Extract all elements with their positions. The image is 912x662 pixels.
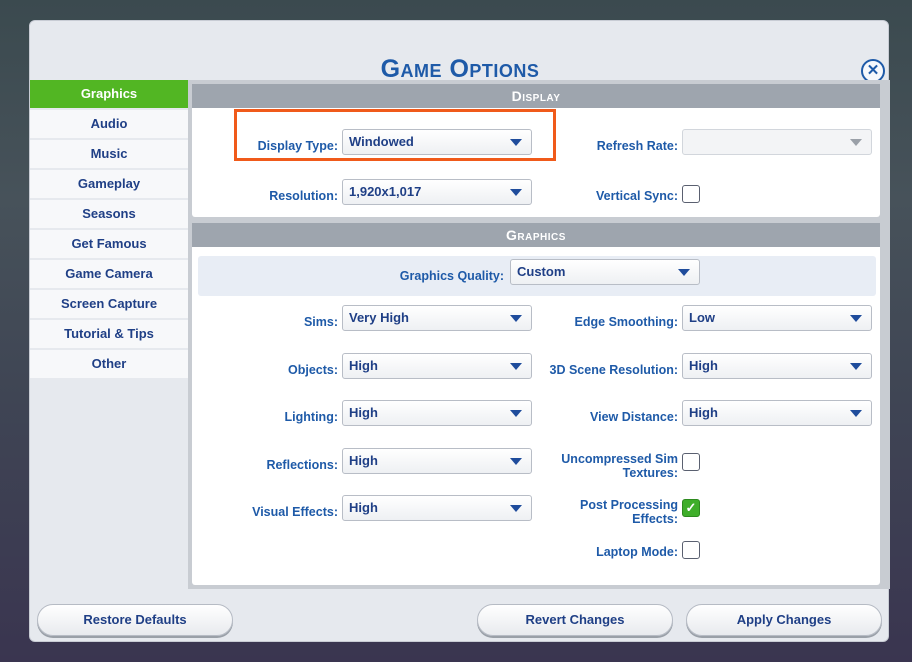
sims-dropdown[interactable]: Very High — [342, 305, 532, 331]
graphics-section: Graphics Graphics Quality: Custom Sims: … — [192, 223, 880, 585]
checkmark-icon: ✓ — [685, 500, 697, 515]
revert-changes-button[interactable]: Revert Changes — [477, 604, 673, 636]
vertical-sync-label: Vertical Sync: — [596, 189, 678, 203]
restore-defaults-button[interactable]: Restore Defaults — [37, 604, 233, 636]
chevron-down-icon — [850, 315, 862, 322]
chevron-down-icon — [678, 269, 690, 276]
chevron-down-icon — [510, 315, 522, 322]
objects-dropdown[interactable]: High — [342, 353, 532, 379]
resolution-value: 1,920x1,017 — [349, 184, 422, 199]
sidebar: Graphics Audio Music Gameplay Seasons Ge… — [30, 80, 188, 380]
sims-value: Very High — [349, 310, 409, 325]
reflections-label: Reflections: — [266, 458, 338, 472]
apply-changes-button[interactable]: Apply Changes — [686, 604, 882, 636]
post-processing-label-line1: Post Processing — [580, 498, 678, 512]
sidebar-item-seasons[interactable]: Seasons — [30, 200, 188, 228]
resolution-label: Resolution: — [269, 189, 338, 203]
laptop-mode-label: Laptop Mode: — [596, 545, 678, 559]
sidebar-item-other[interactable]: Other — [30, 350, 188, 378]
uncompressed-textures-label-line1: Uncompressed Sim — [561, 452, 678, 466]
graphics-header: Graphics — [192, 223, 880, 247]
edge-smoothing-dropdown[interactable]: Low — [682, 305, 872, 331]
chevron-down-icon — [510, 363, 522, 370]
display-header: Display — [192, 84, 880, 108]
view-distance-value: High — [689, 405, 718, 420]
visual-effects-dropdown[interactable]: High — [342, 495, 532, 521]
lighting-value: High — [349, 405, 378, 420]
edge-smoothing-label: Edge Smoothing: — [574, 315, 678, 329]
sidebar-item-gameplay[interactable]: Gameplay — [30, 170, 188, 198]
chevron-down-icon — [850, 363, 862, 370]
sidebar-item-game-camera[interactable]: Game Camera — [30, 260, 188, 288]
objects-value: High — [349, 358, 378, 373]
scene-resolution-label: 3D Scene Resolution: — [549, 363, 679, 377]
uncompressed-textures-label: Uncompressed Sim Textures: — [542, 452, 678, 480]
sims-label: Sims: — [303, 315, 338, 329]
post-processing-checkbox[interactable]: ✓ — [682, 499, 700, 517]
uncompressed-textures-label-line2: Textures: — [622, 466, 678, 480]
chevron-down-icon — [510, 410, 522, 417]
view-distance-label: View Distance: — [589, 410, 678, 424]
refresh-rate-dropdown[interactable] — [682, 129, 872, 155]
objects-label: Objects: — [287, 363, 338, 377]
chevron-down-icon — [850, 139, 862, 146]
post-processing-label: Post Processing Effects: — [542, 498, 678, 526]
view-distance-dropdown[interactable]: High — [682, 400, 872, 426]
sidebar-item-screen-capture[interactable]: Screen Capture — [30, 290, 188, 318]
resolution-dropdown[interactable]: 1,920x1,017 — [342, 179, 532, 205]
edge-smoothing-value: Low — [689, 310, 715, 325]
sidebar-item-tutorial-tips[interactable]: Tutorial & Tips — [30, 320, 188, 348]
reflections-value: High — [349, 453, 378, 468]
display-type-highlight-box — [234, 109, 556, 161]
lighting-dropdown[interactable]: High — [342, 400, 532, 426]
visual-effects-value: High — [349, 500, 378, 515]
reflections-dropdown[interactable]: High — [342, 448, 532, 474]
post-processing-label-line2: Effects: — [632, 512, 678, 526]
scene-resolution-value: High — [689, 358, 718, 373]
uncompressed-textures-checkbox[interactable] — [682, 453, 700, 471]
graphics-quality-dropdown[interactable]: Custom — [510, 259, 700, 285]
sidebar-item-get-famous[interactable]: Get Famous — [30, 230, 188, 258]
visual-effects-label: Visual Effects: — [252, 505, 338, 519]
chevron-down-icon — [510, 189, 522, 196]
game-options-dialog: Game Options ✕ Graphics Audio Music Game… — [29, 20, 890, 642]
lighting-label: Lighting: — [284, 410, 338, 424]
refresh-rate-label: Refresh Rate: — [596, 139, 678, 153]
vertical-sync-checkbox[interactable] — [682, 185, 700, 203]
scene-resolution-dropdown[interactable]: High — [682, 353, 872, 379]
sidebar-item-music[interactable]: Music — [30, 140, 188, 168]
laptop-mode-checkbox[interactable] — [682, 541, 700, 559]
sidebar-item-graphics[interactable]: Graphics — [30, 80, 188, 108]
sidebar-item-audio[interactable]: Audio — [30, 110, 188, 138]
graphics-quality-value: Custom — [517, 264, 566, 279]
graphics-quality-label: Graphics Quality: — [399, 269, 504, 283]
chevron-down-icon — [510, 505, 522, 512]
chevron-down-icon — [510, 458, 522, 465]
chevron-down-icon — [850, 410, 862, 417]
